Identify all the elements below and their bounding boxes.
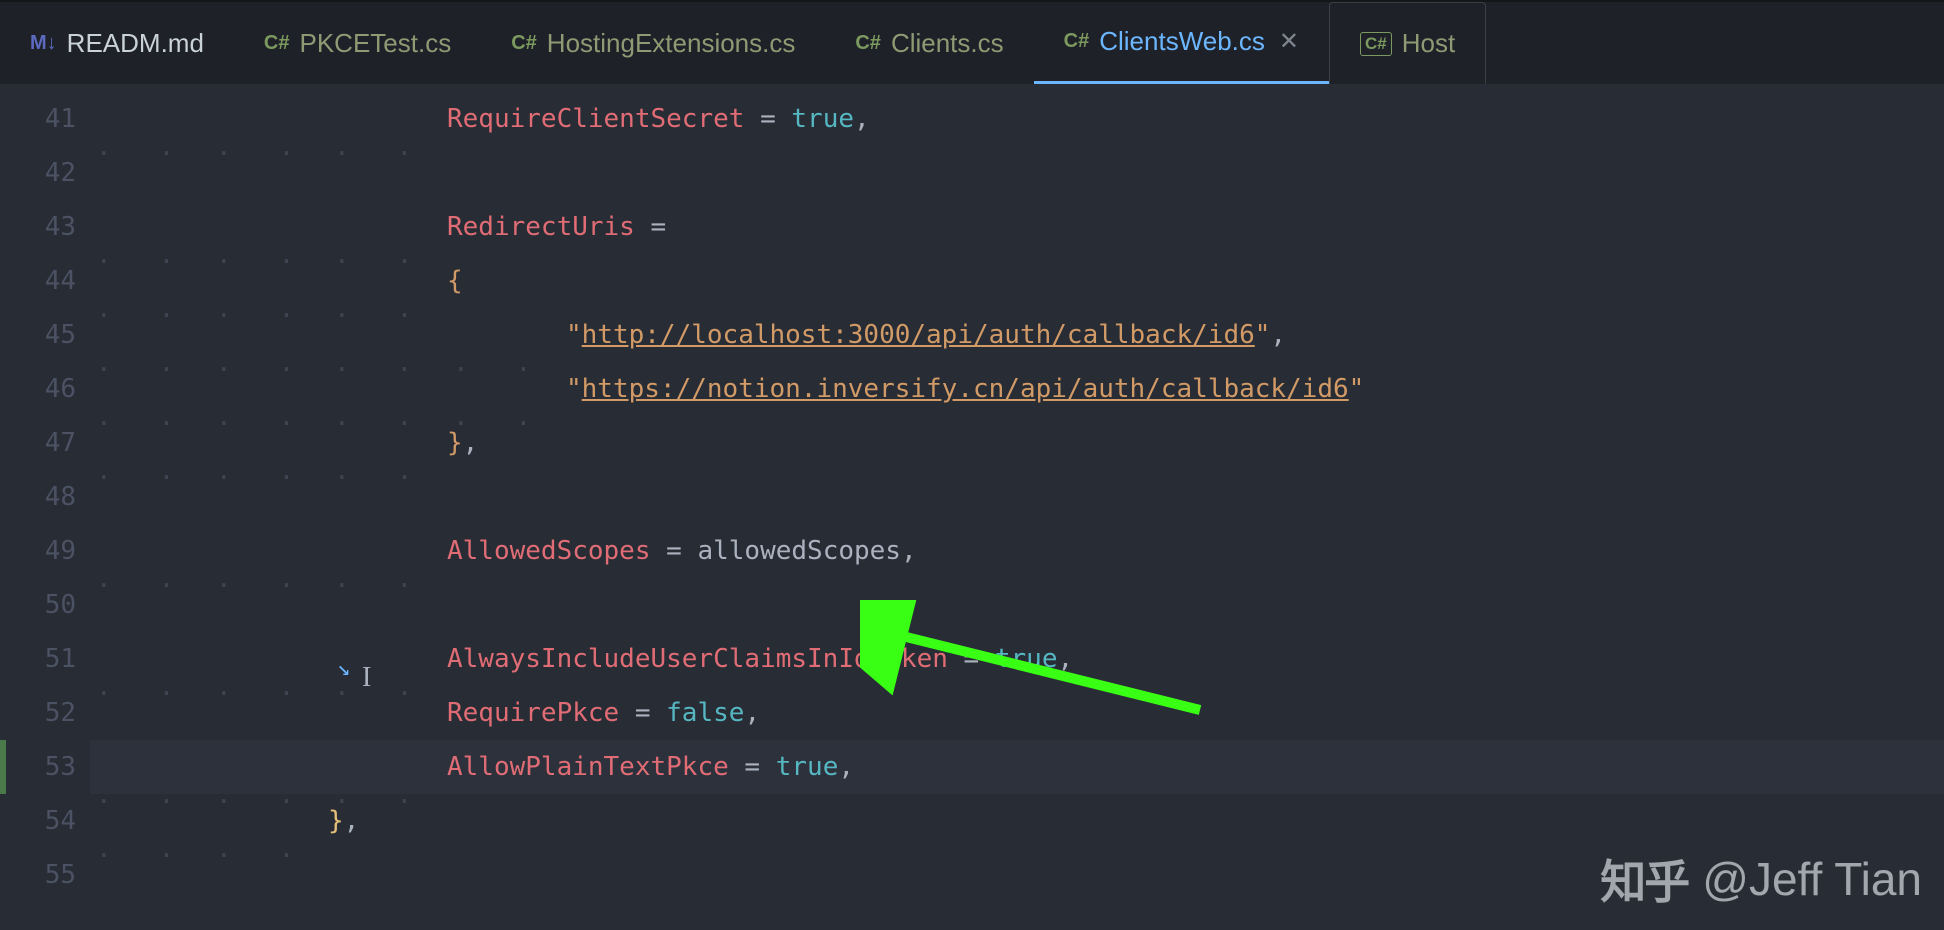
code-content[interactable]: RequireClientSecret = true, RedirectUris … [90, 84, 1944, 930]
tab-label: READM.md [67, 28, 204, 59]
line-number[interactable]: 47 [0, 416, 90, 470]
code-token: = [651, 536, 698, 566]
tab-label: ClientsWeb.cs [1099, 26, 1265, 57]
tab-label: HostingExtensions.cs [547, 28, 796, 59]
code-token: https://notion.inversify.cn/api/auth/cal… [582, 374, 1349, 404]
watermark-logo: 知乎 [1600, 846, 1688, 912]
code-token: " [1349, 374, 1365, 404]
line-number[interactable]: 55 [0, 848, 90, 902]
line-number[interactable]: 42 [0, 146, 90, 200]
close-icon[interactable]: ✕ [1279, 27, 1299, 56]
code-token: = [619, 698, 666, 728]
line-number[interactable]: 52 [0, 686, 90, 740]
tab-label: Host [1402, 28, 1455, 59]
code-line[interactable]: { [90, 254, 1944, 308]
watermark-text: @Jeff Tian [1702, 852, 1922, 906]
line-number[interactable]: 49 [0, 524, 90, 578]
gutter: 414243444546474849505152535455 [0, 84, 90, 930]
line-number[interactable]: 43 [0, 200, 90, 254]
code-token: RequirePkce [447, 698, 619, 728]
code-token: AllowedScopes [447, 536, 651, 566]
code-token: , [901, 536, 917, 566]
code-token: , [1058, 644, 1074, 674]
code-token: , [463, 428, 479, 458]
code-token: , [744, 698, 760, 728]
csharp-icon: C# [855, 32, 881, 55]
line-number[interactable]: 51 [0, 632, 90, 686]
code-line[interactable]: AllowPlainTextPkce = true, [90, 740, 1944, 794]
code-token: allowedScopes [697, 536, 901, 566]
code-token: AllowPlainTextPkce [447, 752, 729, 782]
code-line[interactable]: RedirectUris = [90, 200, 1944, 254]
csharp-icon: C# [1064, 30, 1090, 53]
code-line[interactable]: AlwaysIncludeUserClaimsInIdToken = true, [90, 632, 1944, 686]
csharp-icon: C# [511, 32, 537, 55]
tab-bar: M↓ READM.md C# PKCETest.cs C# HostingExtensio… [0, 0, 1944, 84]
code-line[interactable]: RequirePkce = false, [90, 686, 1944, 740]
code-line[interactable]: "https://notion.inversify.cn/api/auth/ca… [90, 362, 1944, 416]
code-line[interactable]: }, [90, 416, 1944, 470]
code-token: false [666, 698, 744, 728]
tab-clients-cs[interactable]: C# Clients.cs [825, 2, 1033, 84]
code-line[interactable] [90, 470, 1944, 524]
watermark: 知乎 @Jeff Tian [1600, 846, 1922, 912]
code-token: , [1270, 320, 1286, 350]
code-token: = [744, 104, 791, 134]
line-number[interactable]: 48 [0, 470, 90, 524]
code-line[interactable] [90, 146, 1944, 200]
tab-pkcetest-cs[interactable]: C# PKCETest.cs [234, 2, 481, 84]
csharp-icon: C# [1360, 32, 1392, 56]
code-line[interactable]: "http://localhost:3000/api/auth/callback… [90, 308, 1944, 362]
code-line[interactable] [90, 578, 1944, 632]
line-number[interactable]: 46 [0, 362, 90, 416]
code-editor[interactable]: 414243444546474849505152535455 RequireCl… [0, 84, 1944, 930]
tab-label: Clients.cs [891, 28, 1004, 59]
code-token: true [995, 644, 1058, 674]
code-token: true [776, 752, 839, 782]
markdown-icon: M↓ [30, 32, 57, 55]
code-token: = [635, 212, 666, 242]
tab-readm-md[interactable]: M↓ READM.md [0, 2, 234, 84]
code-token: AlwaysIncludeUserClaimsInIdToken [447, 644, 948, 674]
code-token: http://localhost:3000/api/auth/callback/… [582, 320, 1255, 350]
code-token: " [1255, 320, 1271, 350]
line-number[interactable]: 44 [0, 254, 90, 308]
csharp-icon: C# [264, 32, 290, 55]
code-token: RedirectUris [447, 212, 635, 242]
line-number[interactable]: 54 [0, 794, 90, 848]
line-number[interactable]: 41 [0, 92, 90, 146]
line-number[interactable]: 45 [0, 308, 90, 362]
code-line[interactable]: }, [90, 794, 1944, 848]
code-token: , [838, 752, 854, 782]
line-number[interactable]: 50 [0, 578, 90, 632]
tab-hostingextensions-cs[interactable]: C# HostingExtensions.cs [481, 2, 825, 84]
tab-label: PKCETest.cs [300, 28, 452, 59]
code-line[interactable]: RequireClientSecret = true, [90, 92, 1944, 146]
code-token: RequireClientSecret [447, 104, 744, 134]
code-token: , [344, 806, 360, 836]
line-number[interactable]: 53 [0, 740, 90, 794]
code-token: = [729, 752, 776, 782]
code-token: true [791, 104, 854, 134]
tab-host[interactable]: C# Host [1329, 2, 1486, 84]
code-token: , [854, 104, 870, 134]
code-line[interactable]: AllowedScopes = allowedScopes, [90, 524, 1944, 578]
code-token: = [948, 644, 995, 674]
tab-clientsweb-cs[interactable]: C# ClientsWeb.cs ✕ [1034, 2, 1329, 84]
